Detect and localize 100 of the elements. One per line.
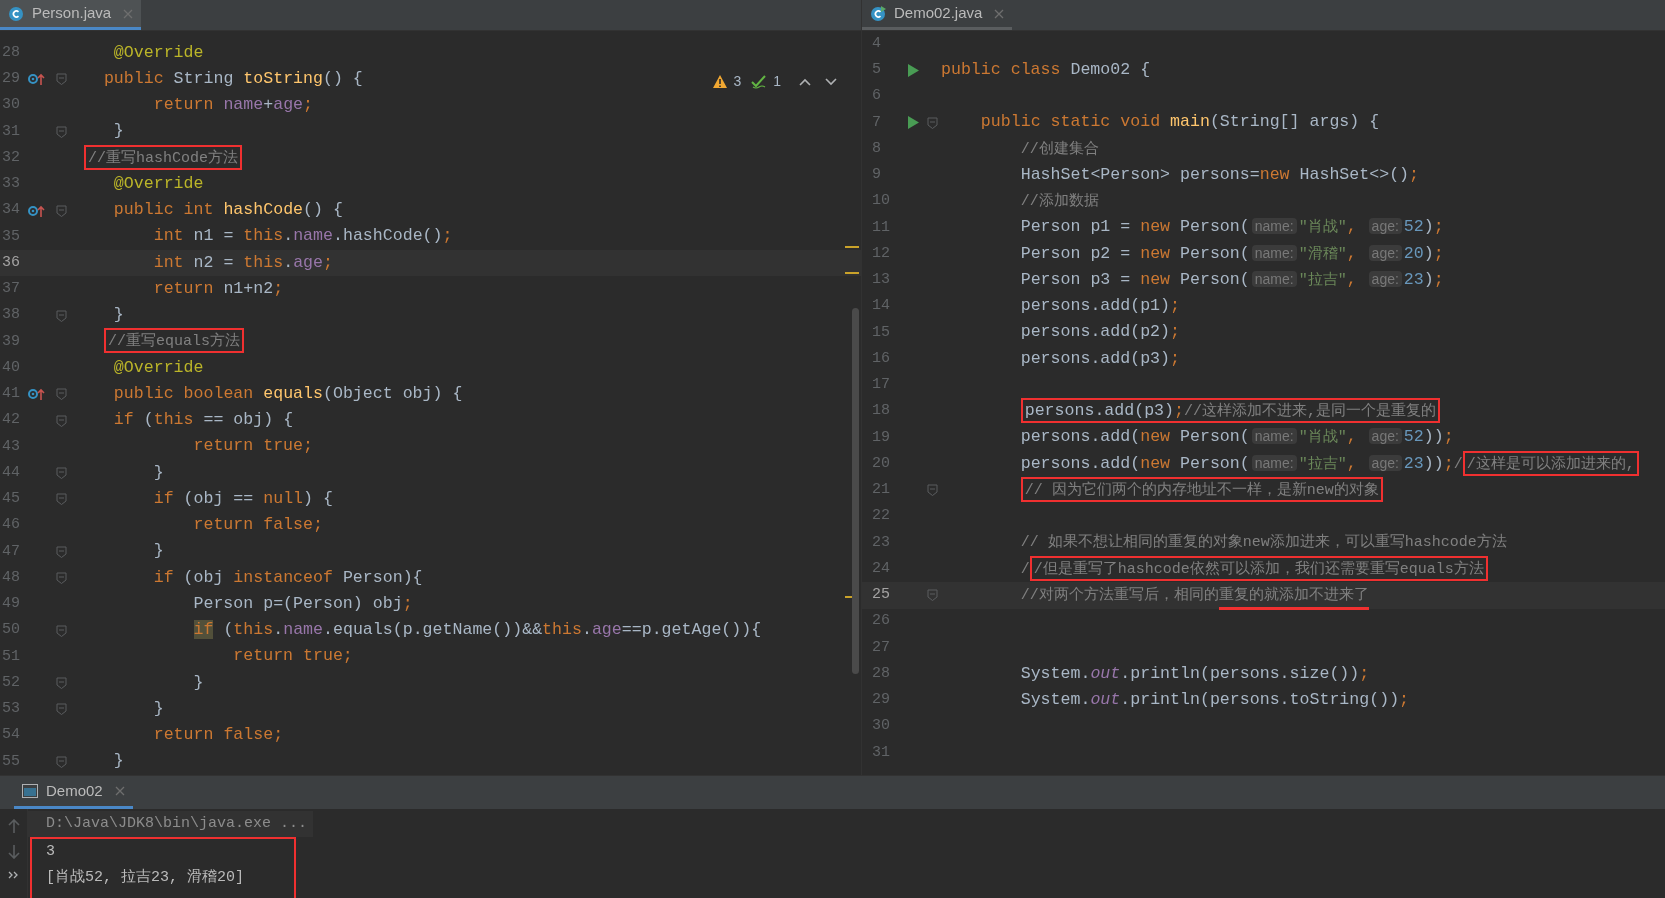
editor-tab[interactable]: Person.java <box>0 0 142 30</box>
close-icon <box>123 8 134 19</box>
line-number: 34 <box>1 200 21 221</box>
line-number: 7 <box>871 112 882 133</box>
line-number: 25 <box>871 585 891 606</box>
code-line: public String toString() { <box>102 67 363 90</box>
code-line: persons.add(p3); <box>1019 347 1180 370</box>
line-number: 47 <box>1 541 21 562</box>
line-number: 41 <box>1 384 21 405</box>
warning-count: 3 <box>733 72 742 91</box>
line-number: 54 <box>1 725 21 746</box>
warning-icon <box>713 75 728 88</box>
line-number: 20 <box>871 453 891 474</box>
line-number: 44 <box>1 462 21 483</box>
code-line: } <box>112 304 124 327</box>
chevron-down-icon <box>825 77 837 86</box>
code-line: System.out.println(persons.toString()); <box>1019 688 1410 711</box>
code-line: } <box>112 120 124 143</box>
code-line: Person p2 = new Person( name: "滑稽", age: 20); <box>1019 242 1444 265</box>
line-number: 26 <box>871 611 891 632</box>
line-number: 31 <box>1 121 21 142</box>
error-stripe-mark <box>845 272 859 274</box>
more-icon <box>7 871 20 879</box>
code-line: return true; <box>232 645 353 668</box>
code-line: persons.add(p2); <box>1019 321 1180 344</box>
check-icon <box>751 74 768 89</box>
code-line: } <box>192 671 204 694</box>
line-number: 39 <box>1 331 21 352</box>
code-line: persons.add(new Person( name: "肖战", age: 52)); <box>1019 426 1454 449</box>
line-number: 15 <box>871 322 891 343</box>
code-line: //创建集合 <box>1019 139 1099 160</box>
error-stripe-mark <box>845 246 859 248</box>
code-line: @Override <box>112 356 204 379</box>
line-number: 49 <box>1 594 21 615</box>
line-number: 11 <box>871 217 891 238</box>
code-line: } <box>112 750 124 773</box>
code-line: @Override <box>112 172 204 195</box>
line-number: 38 <box>1 305 21 326</box>
line-number: 50 <box>1 620 21 641</box>
down-arrow-icon <box>7 845 20 859</box>
line-number: 48 <box>1 567 21 588</box>
close-icon <box>114 786 125 796</box>
line-number: 46 <box>1 515 21 536</box>
code-line: Person p3 = new Person( name: "拉吉", age: 23); <box>1019 268 1444 291</box>
code-line: } <box>152 697 164 720</box>
line-number: 23 <box>871 532 891 553</box>
line-number: 40 <box>1 357 21 378</box>
line-number: 35 <box>1 226 21 247</box>
console-icon <box>22 784 38 798</box>
line-number: 30 <box>1 95 21 116</box>
line-number: 32 <box>1 147 21 168</box>
code-line: if (this.name.equals(p.getName())&&this.age==p.getAge()){ <box>192 619 762 642</box>
line-number: 21 <box>871 480 891 501</box>
line-number: 37 <box>1 279 21 300</box>
line-number: 12 <box>871 243 891 264</box>
code-line: persons.add(new Person( name: "拉吉", age: 23));/ /这样是可以添加进来的, <box>941 451 1639 477</box>
code-line: public static void main(String[] args) { <box>979 111 1380 134</box>
line-number: 18 <box>871 401 891 422</box>
line-number: 9 <box>871 165 882 186</box>
line-number: 51 <box>1 646 21 667</box>
line-number: 29 <box>871 690 891 711</box>
line-number: 52 <box>1 672 21 693</box>
line-number: 42 <box>1 410 21 431</box>
code-line: int n2 = this.age; <box>152 251 333 274</box>
line-number: 28 <box>871 663 891 684</box>
code-line: if (obj == null) { <box>152 487 333 510</box>
code-line: } <box>152 461 164 484</box>
line-number: 17 <box>871 375 891 396</box>
line-number: 13 <box>871 270 891 291</box>
line-number: 14 <box>871 296 891 317</box>
line-number: 28 <box>1 42 21 63</box>
line-number: 43 <box>1 436 21 457</box>
console-line: [肖战52, 拉吉23, 滑稽20] <box>45 867 246 888</box>
line-number: 36 <box>1 252 21 273</box>
code-line: @Override <box>112 41 204 64</box>
line-number: 27 <box>871 637 891 658</box>
code-line: persons.add(p1); <box>1019 295 1180 318</box>
line-number: 31 <box>871 742 891 763</box>
code-line: System.out.println(persons.size()); <box>1019 662 1370 685</box>
line-number: 4 <box>871 33 882 54</box>
code-line: HashSet<Person> persons=new HashSet<>(); <box>1019 163 1420 186</box>
code-line: //添加数据 <box>1019 191 1099 213</box>
line-number: 55 <box>1 751 21 772</box>
code-line: if (obj instanceof Person){ <box>152 566 423 589</box>
up-arrow-icon <box>7 819 20 833</box>
line-number: 33 <box>1 174 21 195</box>
line-number: 8 <box>871 138 882 159</box>
code-line: //对两个方法重写后，相同的重复的就添加不进来了 <box>941 582 1369 608</box>
code-line: // 如果不想让相同的重复的对象new添加进来，可以重写hashcode方法 <box>1019 532 1507 554</box>
line-number: 45 <box>1 489 21 510</box>
line-number: 5 <box>871 60 882 81</box>
close-icon <box>994 8 1005 19</box>
line-number: 29 <box>1 69 21 90</box>
line-number: 19 <box>871 427 891 448</box>
passed-count: 1 <box>773 72 781 91</box>
code-line: public boolean equals(Object obj) { <box>112 382 463 405</box>
code-line: public class Demo02 { <box>941 58 1151 81</box>
code-line: return true; <box>192 435 313 458</box>
line-number: 10 <box>871 191 891 212</box>
line-number: 22 <box>871 506 891 527</box>
